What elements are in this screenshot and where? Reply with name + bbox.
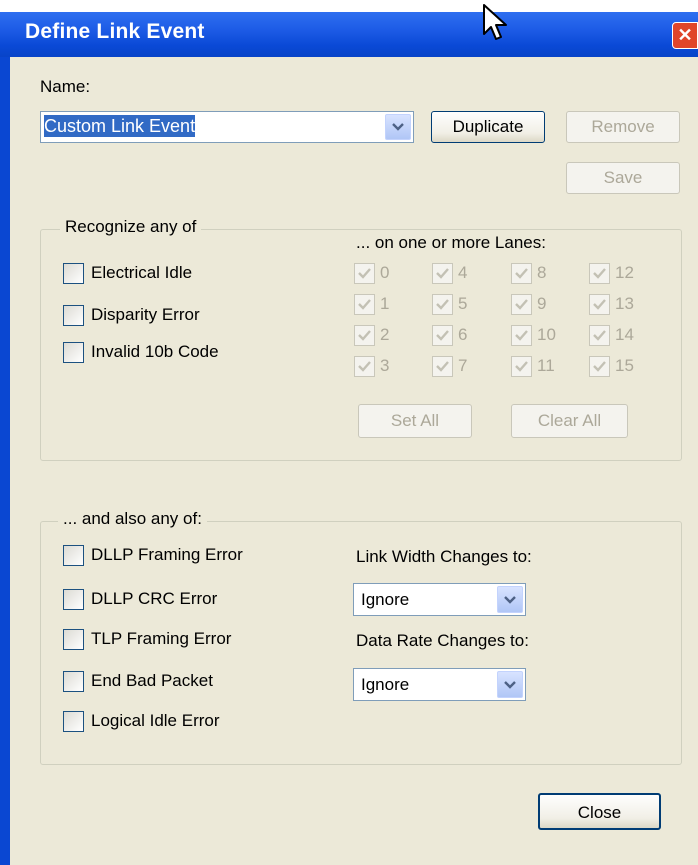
checkmark-icon [354, 294, 375, 315]
checkmark-icon [354, 325, 375, 346]
link-width-select[interactable]: Ignore [353, 583, 526, 616]
window-title: Define Link Event [25, 20, 205, 43]
lane-label: 2 [380, 325, 390, 344]
data-rate-label: Data Rate Changes to: [356, 631, 529, 650]
disparity-error-label: Disparity Error [91, 305, 200, 324]
lanes-grid: 0 1 2 3 4 5 6 7 8 9 10 11 12 13 14 15 [354, 263, 654, 383]
checkmark-icon [511, 356, 532, 377]
lane-label: 3 [380, 356, 390, 375]
also-group-legend: ... and also any of: [58, 509, 207, 529]
checkmark-icon [432, 263, 453, 284]
electrical-idle-label: Electrical Idle [91, 263, 193, 282]
lane-label: 14 [615, 325, 634, 344]
chevron-down-icon[interactable] [497, 671, 523, 698]
lane-label: 0 [380, 263, 390, 282]
clear-all-button[interactable]: Clear All [511, 404, 628, 438]
tlp-framing-error-label: TLP Framing Error [91, 629, 232, 648]
checkmark-icon [354, 263, 375, 284]
lane-label: 15 [615, 356, 634, 375]
checkbox-box[interactable] [63, 545, 84, 566]
chevron-down-icon[interactable] [385, 114, 411, 140]
checkmark-icon [432, 356, 453, 377]
lanes-caption: ... on one or more Lanes: [356, 233, 546, 252]
duplicate-button[interactable]: Duplicate [431, 111, 545, 143]
dllp-crc-error-label: DLLP CRC Error [91, 589, 218, 608]
checkbox-box[interactable] [63, 263, 84, 284]
close-window-icon[interactable]: ✕ [672, 22, 698, 49]
data-rate-select[interactable]: Ignore [353, 668, 526, 701]
checkmark-icon [589, 263, 610, 284]
checkmark-icon [589, 325, 610, 346]
lane-label: 6 [458, 325, 468, 344]
window-border-left [0, 57, 10, 865]
logical-idle-error-label: Logical Idle Error [91, 711, 220, 730]
checkmark-icon [511, 325, 532, 346]
chevron-down-icon[interactable] [497, 586, 523, 613]
invalid-10b-code-label: Invalid 10b Code [91, 342, 219, 361]
checkbox-box[interactable] [63, 342, 84, 363]
remove-button[interactable]: Remove [566, 111, 680, 143]
set-all-button[interactable]: Set All [358, 404, 472, 438]
checkmark-icon [432, 294, 453, 315]
link-width-value: Ignore [361, 590, 410, 609]
mouse-cursor-icon [482, 4, 512, 44]
checkbox-box[interactable] [63, 671, 84, 692]
data-rate-value: Ignore [361, 675, 410, 694]
checkmark-icon [511, 294, 532, 315]
save-button[interactable]: Save [566, 162, 680, 194]
lane-label: 11 [537, 356, 555, 375]
checkmark-icon [511, 263, 532, 284]
checkbox-box[interactable] [63, 629, 84, 650]
lane-label: 10 [537, 325, 556, 344]
checkbox-box[interactable] [63, 589, 84, 610]
checkmark-icon [432, 325, 453, 346]
name-combobox[interactable]: Custom Link Event [40, 111, 414, 143]
checkbox-box[interactable] [63, 305, 84, 326]
lane-label: 9 [537, 294, 547, 313]
name-combobox-value: Custom Link Event [44, 115, 196, 137]
lane-label: 1 [380, 294, 390, 313]
lane-label: 5 [458, 294, 468, 313]
link-width-label: Link Width Changes to: [356, 547, 532, 566]
lane-label: 8 [537, 263, 547, 282]
close-button[interactable]: Close [538, 793, 661, 830]
checkmark-icon [589, 294, 610, 315]
checkmark-icon [589, 356, 610, 377]
end-bad-packet-label: End Bad Packet [91, 671, 213, 690]
lane-label: 7 [458, 356, 468, 375]
lane-label: 13 [615, 294, 634, 313]
recognize-group-legend: Recognize any of [60, 217, 202, 237]
name-label: Name: [40, 77, 91, 96]
checkbox-box[interactable] [63, 711, 84, 732]
lane-label: 4 [458, 263, 468, 282]
lane-label: 12 [615, 263, 634, 282]
dllp-framing-error-label: DLLP Framing Error [91, 545, 243, 564]
checkmark-icon [354, 356, 375, 377]
